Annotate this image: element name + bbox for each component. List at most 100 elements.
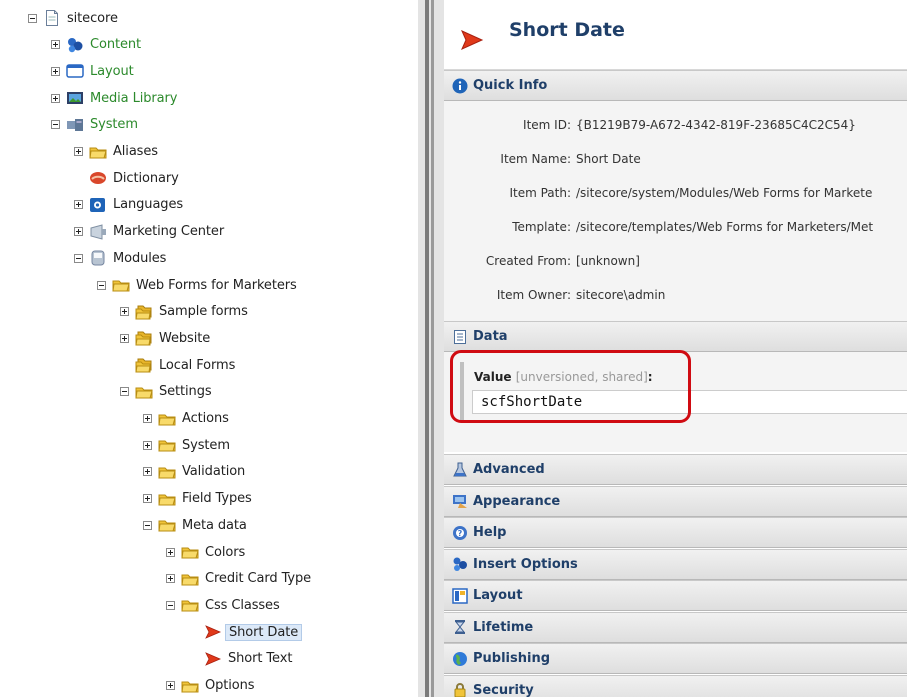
tree-node-label[interactable]: System [87, 116, 141, 133]
collapse-icon[interactable] [51, 120, 60, 130]
tree-node-label[interactable]: Colors [202, 544, 248, 561]
section-header-quick-info[interactable]: Quick Info [444, 70, 907, 101]
item-header: Short Date [444, 0, 907, 70]
tree-node-validation[interactable]: Validation [143, 460, 248, 484]
tree-node-label[interactable]: Marketing Center [110, 223, 227, 240]
collapse-icon[interactable] [166, 600, 175, 610]
value-input[interactable] [472, 390, 907, 414]
expand-icon[interactable] [51, 66, 60, 76]
quick-info-value: [unknown] [576, 254, 640, 268]
tree-node-modules[interactable]: Modules [74, 246, 169, 270]
tree-node-actions[interactable]: Actions [143, 407, 232, 431]
section-title: Layout [473, 588, 523, 603]
expand-icon[interactable] [120, 307, 129, 317]
appearance-icon [452, 493, 468, 509]
tree-node-label[interactable]: Actions [179, 410, 232, 427]
tree-node-marketing-center[interactable]: Marketing Center [74, 220, 227, 244]
data-panel: Value [unversioned, shared]: [444, 350, 907, 452]
tree-node-options[interactable]: Options [166, 674, 257, 697]
collapse-icon[interactable] [143, 520, 152, 530]
tree-node-label[interactable]: Dictionary [110, 170, 182, 187]
expand-icon[interactable] [143, 467, 152, 477]
section-header-help[interactable]: ? Help [444, 517, 907, 548]
folder-icon [181, 597, 199, 613]
tree-node-label[interactable]: Validation [179, 463, 248, 480]
section-title: Appearance [473, 493, 561, 509]
collapse-icon[interactable] [97, 280, 106, 290]
tree-node-label[interactable]: Content [87, 36, 144, 53]
tree-node-settings[interactable]: Settings [120, 380, 215, 404]
tree-node-content[interactable]: Content [51, 33, 144, 57]
tree-node-label[interactable]: Website [156, 330, 213, 347]
expand-icon[interactable] [74, 227, 83, 237]
tree-node-label[interactable]: Sample forms [156, 303, 251, 320]
section-header-appearance[interactable]: Appearance [444, 485, 907, 517]
quick-info-value: /sitecore/templates/Web Forms for Market… [576, 220, 874, 234]
tree-node-label[interactable]: Media Library [87, 90, 180, 107]
tree-node-field-types[interactable]: Field Types [143, 487, 255, 511]
section-header-security[interactable]: Security [444, 674, 907, 697]
tree-node-label[interactable]: Short Text [225, 650, 295, 667]
tree-node-label[interactable]: Modules [110, 250, 169, 267]
tree-node-label[interactable]: Credit Card Type [202, 570, 314, 587]
tree-node-web-forms[interactable]: Web Forms for Marketers [97, 273, 300, 297]
data-icon [452, 329, 468, 345]
tree-node-website[interactable]: Website [120, 326, 213, 350]
tree-node-label[interactable]: Css Classes [202, 597, 283, 614]
expand-icon[interactable] [51, 40, 60, 50]
section-header-lifetime[interactable]: Lifetime [444, 611, 907, 643]
expand-icon[interactable] [74, 147, 83, 156]
pane-splitter[interactable] [418, 0, 444, 697]
tree-node-media-library[interactable]: Media Library [51, 86, 180, 110]
expand-icon[interactable] [143, 494, 152, 504]
tree-node-css-classes[interactable]: Css Classes [166, 593, 283, 617]
tree-node-label[interactable]: Options [202, 677, 257, 694]
section-header-publishing[interactable]: Publishing [444, 643, 907, 674]
tree-node-label[interactable]: Field Types [179, 490, 255, 507]
expand-icon[interactable] [120, 333, 129, 343]
expand-icon[interactable] [51, 93, 60, 103]
tree-node-system[interactable]: System [51, 113, 141, 137]
tree-node-label[interactable]: sitecore [64, 10, 121, 27]
section-header-layout[interactable]: Layout [444, 580, 907, 611]
section-title: Quick Info [473, 78, 548, 93]
tree-node-local-forms[interactable]: Local Forms [120, 353, 238, 377]
section-header-advanced[interactable]: Advanced [444, 454, 907, 485]
tree-node-root[interactable]: sitecore [28, 6, 121, 30]
tree-node-label[interactable]: Short Date [225, 623, 303, 641]
expand-icon[interactable] [74, 200, 83, 210]
tree-node-aliases[interactable]: Aliases [74, 140, 161, 164]
folder-stack-icon [135, 330, 153, 346]
tree-node-label[interactable]: Languages [110, 196, 186, 213]
value-field-label: Value [unversioned, shared]: [474, 370, 653, 384]
collapse-icon[interactable] [74, 253, 83, 263]
tree-node-label[interactable]: Aliases [110, 143, 161, 160]
tree-node-short-text[interactable]: Short Text [189, 647, 295, 671]
hourglass-icon [452, 619, 468, 635]
expand-icon[interactable] [143, 414, 152, 423]
collapse-icon[interactable] [28, 13, 37, 23]
expand-icon[interactable] [166, 547, 175, 557]
tree-node-colors[interactable]: Colors [166, 540, 248, 564]
collapse-icon[interactable] [120, 387, 129, 397]
tree-node-dictionary[interactable]: Dictionary [74, 166, 182, 190]
tree-node-short-date[interactable]: Short Date [189, 620, 303, 644]
tree-node-languages[interactable]: Languages [74, 193, 186, 217]
expand-icon[interactable] [166, 681, 175, 690]
tree-node-label[interactable]: Local Forms [156, 357, 238, 374]
tree-node-meta-data[interactable]: Meta data [143, 513, 250, 537]
tree-node-label[interactable]: Settings [156, 383, 215, 400]
tree-node-label[interactable]: System [179, 437, 233, 454]
tree-node-label[interactable]: Meta data [179, 517, 250, 534]
tree-node-label[interactable]: Web Forms for Marketers [133, 277, 300, 294]
folder-stack-icon [135, 304, 153, 320]
expand-icon[interactable] [166, 574, 175, 584]
tree-node-system-2[interactable]: System [143, 433, 233, 457]
section-header-data[interactable]: Data [444, 321, 907, 352]
expand-icon[interactable] [143, 440, 152, 450]
section-header-insert-options[interactable]: Insert Options [444, 548, 907, 580]
tree-node-credit-card-type[interactable]: Credit Card Type [166, 567, 314, 591]
tree-node-label[interactable]: Layout [87, 63, 137, 80]
tree-node-layout[interactable]: Layout [51, 59, 137, 83]
tree-node-sample-forms[interactable]: Sample forms [120, 300, 251, 324]
